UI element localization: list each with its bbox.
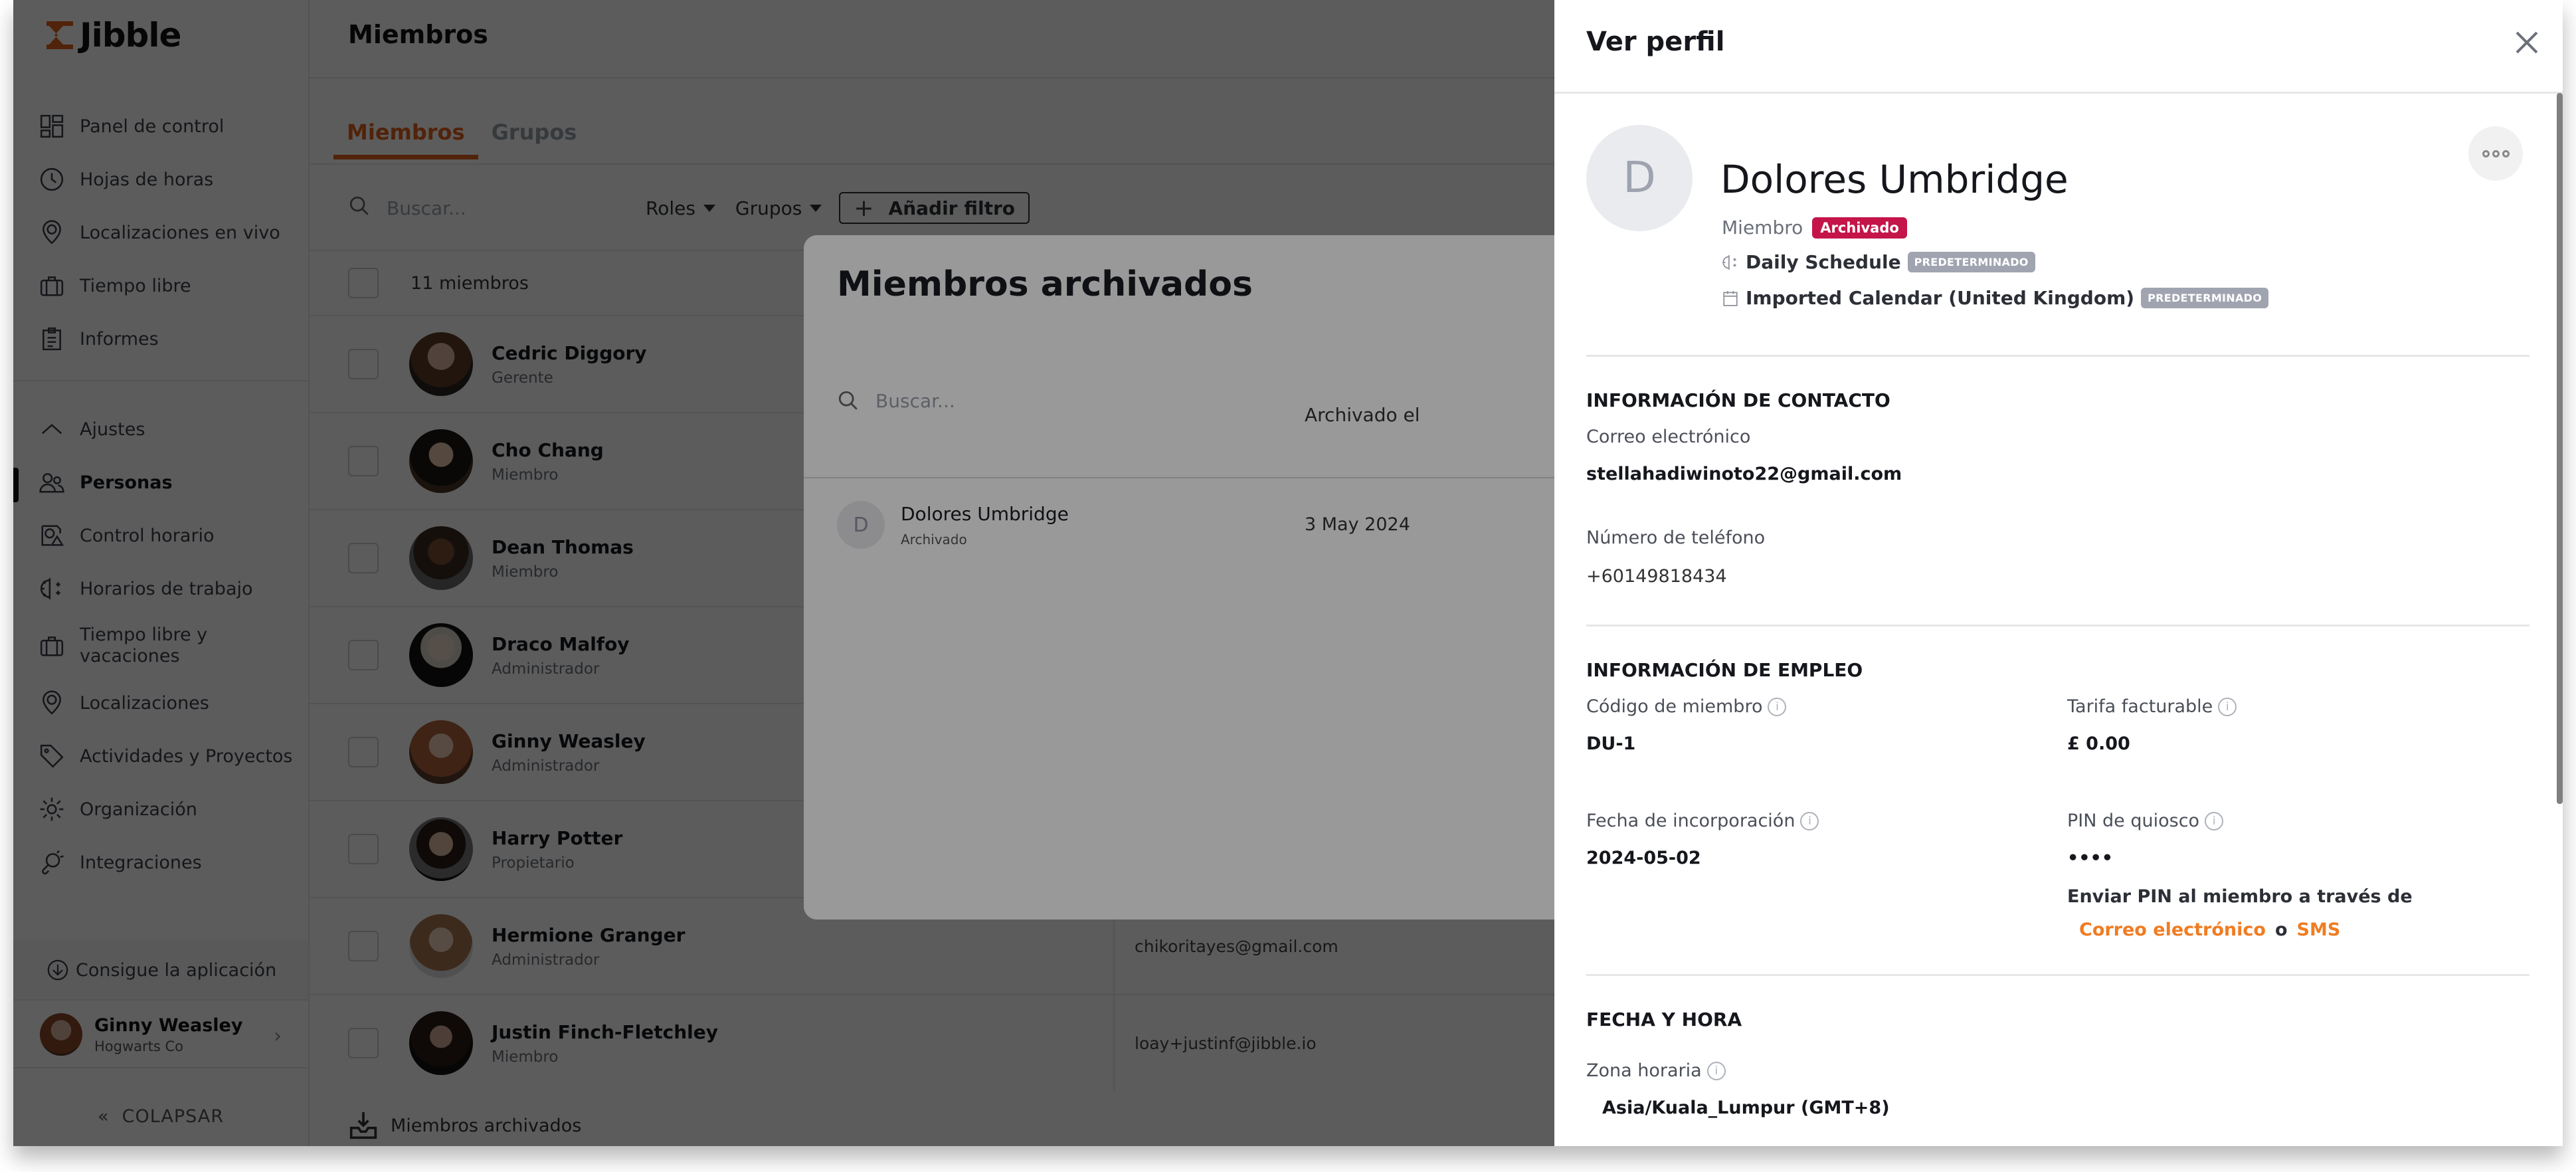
profile-avatar[interactable]: D	[1586, 125, 1693, 231]
member-code-label: Código de miembro i	[1586, 696, 1787, 717]
join-date-value: 2024-05-02	[1586, 848, 1701, 868]
profile-calendar[interactable]: Imported Calendar (United Kingdom) PREDE…	[1722, 287, 2269, 309]
datetime-section-title: FECHA Y HORA	[1586, 1009, 1742, 1030]
phone-value: +60149818434	[1586, 566, 1727, 587]
info-icon[interactable]: i	[1768, 697, 1787, 716]
billable-rate-label-text: Tarifa facturable	[2067, 696, 2213, 717]
profile-name: Dolores Umbridge	[1720, 157, 2069, 202]
send-pin-or: o	[2274, 920, 2288, 940]
kiosk-pin-label-text: PIN de quiosco	[2067, 811, 2200, 831]
info-icon[interactable]: i	[1706, 1061, 1726, 1080]
info-icon[interactable]: i	[2205, 811, 2224, 830]
divider	[1554, 92, 2563, 94]
divider	[1586, 974, 2530, 976]
timezone-value: Asia/Kuala_Lumpur (GMT+8)	[1602, 1098, 1890, 1118]
employment-section-title: INFORMACIÓN DE EMPLEO	[1586, 659, 1863, 681]
close-icon	[2516, 31, 2538, 54]
calendar-name: Imported Calendar (United Kingdom)	[1746, 287, 2135, 309]
profile-role-row: Miembro Archivado	[1722, 217, 1907, 239]
send-pin-email-link[interactable]: Correo electrónico	[2079, 920, 2266, 940]
default-badge: PREDETERMINADO	[2141, 288, 2269, 308]
work-schedule-icon	[1722, 254, 1736, 270]
profile-panel: Ver perfil D Dolores Umbridge Miembro Ar…	[1554, 0, 2563, 1146]
more-dot-icon	[2492, 149, 2500, 157]
profile-role: Miembro	[1722, 217, 1803, 239]
billable-rate-value: £ 0.00	[2067, 733, 2130, 754]
info-icon[interactable]: i	[1800, 811, 1819, 830]
send-pin-sms-link[interactable]: SMS	[2297, 920, 2341, 940]
timezone-label: Zona horaria i	[1586, 1060, 1726, 1081]
kiosk-pin-value: ••••	[2067, 848, 2114, 868]
archived-members-modal: Miembros archivados Buscar... Archivado …	[804, 235, 1568, 920]
more-dot-icon	[2502, 149, 2510, 157]
panel-scrollbar[interactable]	[2557, 93, 2563, 804]
app-window: Jibble Panel de control Hojas de horas L…	[13, 0, 2563, 1146]
kiosk-pin-label: PIN de quiosco i	[2067, 811, 2224, 831]
default-badge: PREDETERMINADO	[1907, 252, 2035, 272]
schedule-name: Daily Schedule	[1746, 251, 1901, 273]
panel-title: Ver perfil	[1586, 27, 1725, 57]
join-date-label: Fecha de incorporación i	[1586, 811, 1819, 831]
calendar-icon	[1723, 290, 1738, 306]
timezone-label-text: Zona horaria	[1586, 1060, 1702, 1081]
member-code-label-text: Código de miembro	[1586, 696, 1763, 717]
billable-rate-label: Tarifa facturable i	[2067, 696, 2237, 717]
status-badge: Archivado	[1812, 217, 1907, 239]
divider	[1586, 355, 2530, 357]
email-value: stellahadiwinoto22@gmail.com	[1586, 464, 1902, 484]
close-button[interactable]	[2514, 29, 2540, 56]
email-label: Correo electrónico	[1586, 427, 1751, 447]
send-pin-text: Enviar PIN al miembro a través de	[2067, 886, 2413, 907]
more-options-button[interactable]	[2468, 126, 2523, 181]
member-code-value: DU-1	[1586, 733, 1636, 754]
profile-schedule[interactable]: Daily Schedule PREDETERMINADO	[1722, 251, 2035, 273]
send-pin-options: Correo electrónico o SMS	[2079, 920, 2340, 940]
phone-label: Número de teléfono	[1586, 528, 1766, 548]
join-date-label-text: Fecha de incorporación	[1586, 811, 1795, 831]
contact-section-title: INFORMACIÓN DE CONTACTO	[1586, 389, 1890, 411]
more-dot-icon	[2482, 149, 2490, 157]
modal-dim-overlay	[804, 235, 1568, 920]
divider	[1586, 625, 2530, 627]
info-icon[interactable]: i	[2218, 697, 2237, 716]
